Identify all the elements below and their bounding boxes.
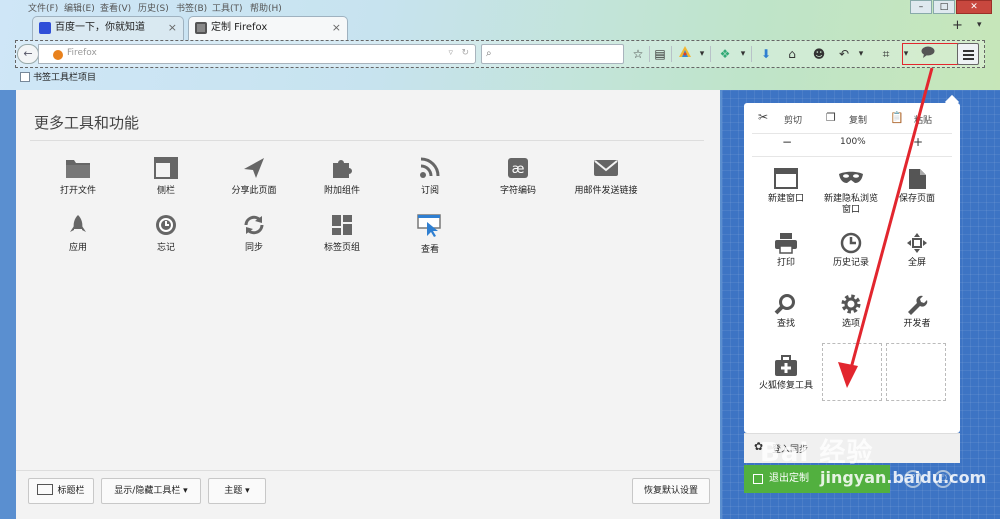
watermark-url: jingyan.baidu.com [820, 468, 987, 487]
baidu-watermark: Bai 经验 [760, 438, 874, 468]
